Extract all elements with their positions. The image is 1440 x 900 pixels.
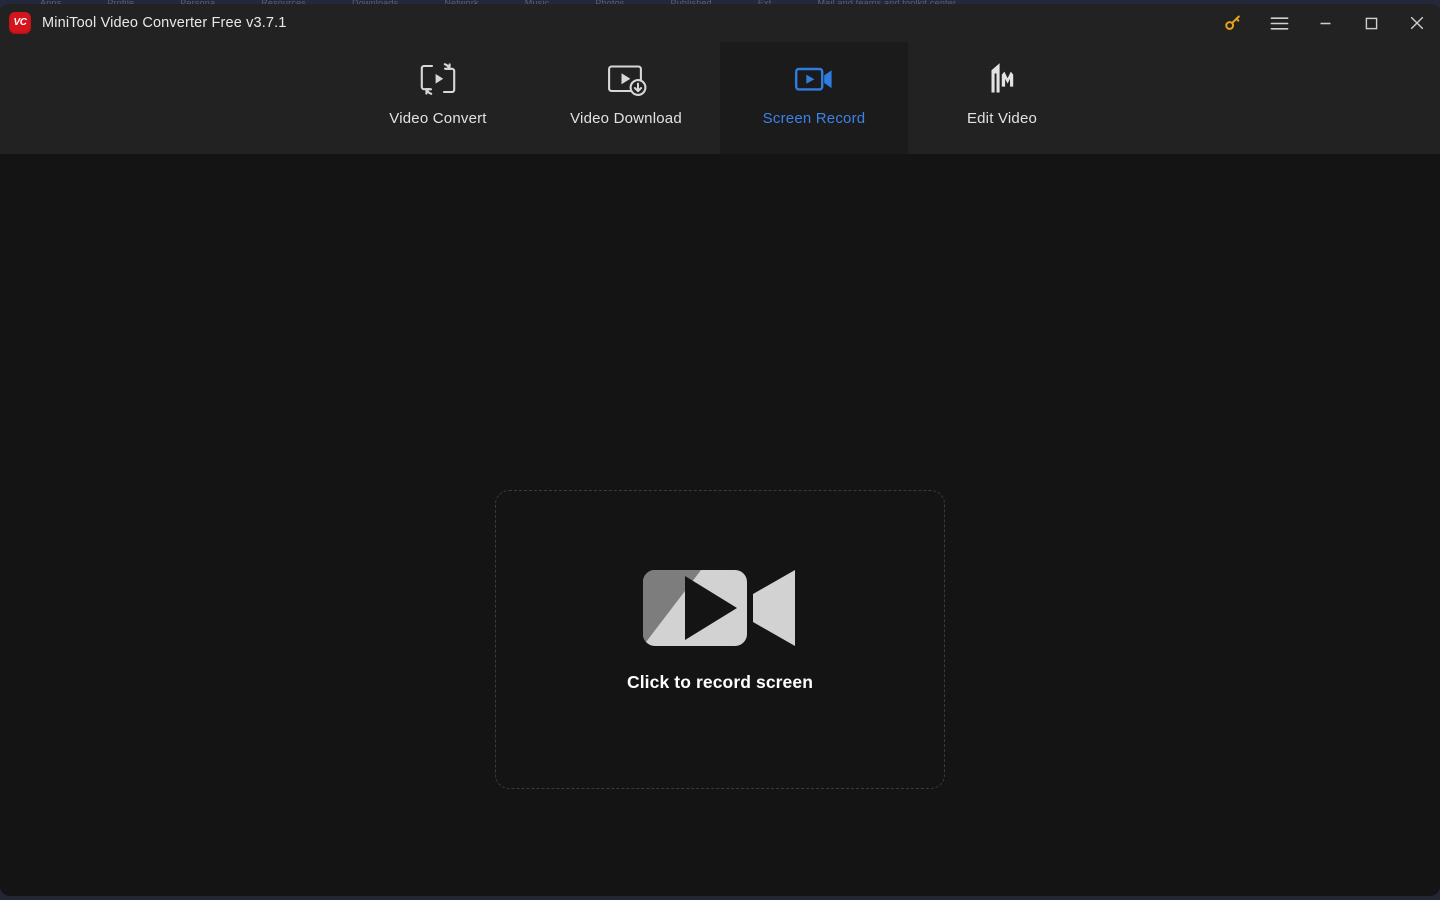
video-convert-icon-svg: [420, 63, 456, 95]
app-logo-icon: VC: [9, 12, 31, 34]
hamburger-menu-icon-svg: [1270, 16, 1288, 30]
main-navigation: Video Convert Video Download Screen Reco…: [0, 42, 1440, 154]
maximize-icon-svg: [1365, 17, 1377, 29]
close-icon[interactable]: [1394, 4, 1440, 42]
dropzone-label: Click to record screen: [626, 672, 814, 692]
video-download-icon-svg: [608, 65, 647, 96]
close-icon-svg: [1410, 16, 1424, 30]
minimize-icon[interactable]: [1302, 4, 1348, 42]
app-logo-text: VC: [13, 17, 27, 28]
tab-edit-video[interactable]: Edit Video: [908, 42, 1096, 154]
tab-label: Screen Record: [762, 110, 866, 127]
camcorder-icon-svg: [643, 570, 795, 646]
edit-video-icon-svg: [991, 63, 1014, 93]
maximize-icon[interactable]: [1348, 4, 1394, 42]
tab-screen-record[interactable]: Screen Record: [720, 42, 908, 154]
tab-label: Edit Video: [966, 110, 1038, 127]
video-convert-icon: [417, 57, 459, 101]
camcorder-icon: [640, 562, 800, 654]
window-title: MiniTool Video Converter Free v3.7.1: [42, 15, 287, 31]
titlebar[interactable]: VC MiniTool Video Converter Free v3.7.1: [0, 4, 1440, 42]
main-content: Click to record screen: [0, 154, 1440, 896]
window-controls: [1210, 4, 1440, 42]
app-window: VC MiniTool Video Converter Free v3.7.1: [0, 4, 1440, 896]
key-icon-svg: [1225, 15, 1240, 30]
video-download-icon: [605, 57, 647, 101]
tab-video-download[interactable]: Video Download: [532, 42, 720, 154]
screen-record-icon-svg: [795, 67, 832, 91]
key-icon[interactable]: [1210, 4, 1256, 42]
hamburger-menu-icon[interactable]: [1256, 4, 1302, 42]
tab-label: Video Download: [570, 110, 682, 127]
tab-video-convert[interactable]: Video Convert: [344, 42, 532, 154]
tab-label: Video Convert: [389, 110, 487, 127]
edit-video-icon: [981, 57, 1023, 101]
screen-record-icon: [793, 57, 835, 101]
minimize-icon-svg: [1320, 22, 1330, 24]
record-dropzone[interactable]: Click to record screen: [495, 490, 945, 789]
